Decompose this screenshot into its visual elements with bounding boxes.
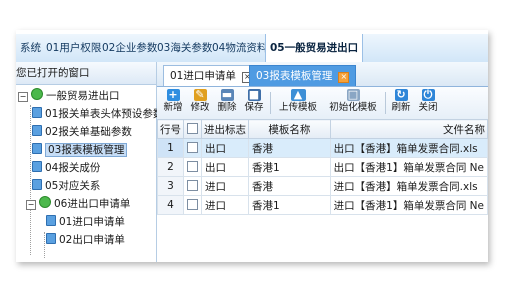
row-checkbox[interactable] <box>187 160 198 172</box>
select-all-checkbox[interactable] <box>187 122 198 134</box>
tree-node-general-trade[interactable]: − 一般贸易进出口 <box>18 87 120 105</box>
toolbar-divider <box>270 92 271 114</box>
direction-cell: 出口 <box>201 157 249 177</box>
direction-cell: 进口 <box>201 195 249 215</box>
table-row[interactable]: 3 进口 香港 进口【香港】箱单发票合同.xls <box>157 176 488 196</box>
trash-icon: ▬ <box>220 88 234 101</box>
menu-customs-params[interactable]: 03海关参数 <box>157 34 212 62</box>
row-number: 3 <box>157 176 184 196</box>
table-row[interactable]: 1 出口 香港 出口【香港】箱单发票合同.xls <box>157 138 488 158</box>
pencil-icon: ✎ <box>193 88 207 101</box>
toolbar: + 新增 ✎ 修改 ▬ 删除 ■ 保存 ▲ 上传模板 □ 初始化模板 ↻ 刷新 <box>157 87 488 120</box>
tree-node-export-request[interactable]: 02出口申请单 <box>46 231 125 249</box>
document-icon <box>32 179 42 190</box>
template-grid: 行号 进出标志 模板名称 文件名称 1 出口 香港 出口【香港】箱单发票合同.x… <box>157 119 488 262</box>
document-icon <box>32 143 42 154</box>
col-file-name[interactable]: 文件名称 <box>329 119 488 139</box>
refresh-button[interactable]: ↻ 刷新 <box>388 89 414 117</box>
tab-report-template-mgmt[interactable]: 03报表模板管理 × <box>249 65 357 86</box>
col-row-number[interactable]: 行号 <box>157 119 184 139</box>
row-number: 1 <box>157 138 184 158</box>
template-table: 行号 进出标志 模板名称 文件名称 1 出口 香港 出口【香港】箱单发票合同.x… <box>157 119 488 215</box>
direction-cell: 出口 <box>201 138 249 158</box>
tree-node-declaration-base-params[interactable]: 02报关单基础参数 <box>32 123 132 141</box>
table-row[interactable]: 2 出口 香港1 出口【香港1】箱单发票合同 Ne <box>157 157 488 177</box>
init-template-button[interactable]: □ 初始化模板 <box>324 89 382 117</box>
menu-company-params[interactable]: 02企业参数 <box>102 34 157 62</box>
row-select[interactable] <box>183 195 202 215</box>
reset-icon: □ <box>346 88 360 101</box>
file-name-cell: 出口【香港1】箱单发票合同 Ne <box>329 157 488 177</box>
row-select[interactable] <box>183 157 202 177</box>
template-name-cell: 香港 <box>248 138 331 158</box>
document-icon <box>32 107 42 118</box>
template-name-cell: 香港 <box>248 176 331 196</box>
folder-upload-icon: ▲ <box>290 89 306 101</box>
tab-bar: 01进口申请单 × 03报表模板管理 × <box>157 62 488 87</box>
app-window: 系统 01用户权限 02企业参数 03海关参数 04物流资料 05一般贸易进出口… <box>16 30 488 262</box>
menu-general-trade[interactable]: 05一般贸易进出口 <box>265 34 364 63</box>
close-button[interactable]: ⏻ 关闭 <box>415 89 441 117</box>
row-select[interactable] <box>183 176 202 196</box>
save-icon: ■ <box>247 88 261 101</box>
add-button[interactable]: + 新增 <box>160 89 186 117</box>
opened-windows-panel: 您已打开的窗口 − 一般贸易进出口 01报关单表头体预设参数 02报关单基础参数 … <box>16 62 163 262</box>
document-icon <box>32 125 42 136</box>
collapse-icon[interactable]: − <box>26 200 36 210</box>
tree-node-declaration-presets[interactable]: 01报关单表头体预设参数 <box>32 105 163 123</box>
template-name-cell: 香港1 <box>248 157 331 177</box>
menu-user-permissions[interactable]: 01用户权限 <box>46 34 101 62</box>
edit-button[interactable]: ✎ 修改 <box>187 89 213 117</box>
file-name-cell: 出口【香港】箱单发票合同.xls <box>329 138 488 158</box>
document-icon <box>46 215 56 226</box>
collapse-icon[interactable]: − <box>18 92 28 102</box>
row-checkbox[interactable] <box>187 141 198 153</box>
direction-cell: 进口 <box>201 176 249 196</box>
tree-node-declaration-components[interactable]: 04报关成份 <box>32 159 100 177</box>
template-name-cell: 香港1 <box>248 195 331 215</box>
toolbar-divider <box>385 92 386 114</box>
save-button[interactable]: ■ 保存 <box>241 89 267 117</box>
row-checkbox[interactable] <box>187 179 198 191</box>
document-icon <box>46 233 56 244</box>
file-name-cell: 进口【香港】箱单发票合同.xls <box>329 176 488 196</box>
col-template-name[interactable]: 模板名称 <box>248 119 331 139</box>
row-select[interactable] <box>183 138 202 158</box>
file-name-cell: 进口【香港1】箱单发票合同 Ne <box>329 195 488 215</box>
power-icon: ⏻ <box>421 89 435 101</box>
table-row[interactable]: 4 进口 香港1 进口【香港1】箱单发票合同 Ne <box>157 195 488 215</box>
document-icon <box>32 161 42 172</box>
col-select-all[interactable] <box>183 119 202 139</box>
group-icon <box>39 196 51 208</box>
refresh-icon: ↻ <box>394 88 408 101</box>
tree-node-report-template-mgmt[interactable]: 03报表模板管理 <box>32 141 128 159</box>
col-direction[interactable]: 进出标志 <box>201 119 249 139</box>
menu-logistics-data[interactable]: 04物流资料 <box>212 34 267 62</box>
table-header-row: 行号 进出标志 模板名称 文件名称 <box>157 119 488 139</box>
tree-node-mapping[interactable]: 05对应关系 <box>32 177 100 195</box>
panel-title: 您已打开的窗口 <box>16 62 156 85</box>
tree-node-import-request[interactable]: 01进口申请单 <box>46 213 125 231</box>
delete-button[interactable]: ▬ 删除 <box>214 89 240 117</box>
tree-node-import-export-requests[interactable]: −06进出口申请单 <box>26 195 130 213</box>
tab-import-request[interactable]: 01进口申请单 × <box>163 65 260 86</box>
row-checkbox[interactable] <box>187 198 198 210</box>
group-icon <box>31 88 43 100</box>
row-number: 2 <box>157 157 184 177</box>
plus-icon: + <box>166 88 180 101</box>
upload-template-button[interactable]: ▲ 上传模板 <box>274 89 322 117</box>
top-menu-bar: 系统 01用户权限 02企业参数 03海关参数 04物流资料 05一般贸易进出口 <box>16 34 488 63</box>
close-icon[interactable]: × <box>338 72 350 83</box>
row-number: 4 <box>157 195 184 215</box>
menu-system[interactable]: 系统 <box>20 34 41 62</box>
